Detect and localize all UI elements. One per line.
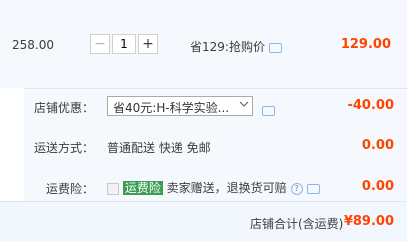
shop-total-amount: ¥89.00 [343,214,394,229]
message-icon[interactable] [262,105,275,116]
message-icon[interactable] [306,183,320,194]
shop-discount-select[interactable]: 省40元:H-科学实验... [107,96,253,116]
shipping-amount: 0.00 [361,138,394,153]
promo-text: 省129:抢购价 [190,40,265,54]
shop-discount-label: 店铺优惠： [34,101,95,115]
shop-total-label: 店铺合计(含运费) [250,217,344,231]
shop-discount-selected: 省40元:H-科学实验... [113,101,230,115]
shipping-label: 运送方式： [34,141,95,155]
promo-info: 省129:抢购价 [190,38,282,55]
message-icon[interactable] [268,42,282,53]
chevron-down-icon [239,101,249,107]
increase-button[interactable]: + [138,34,158,54]
help-icon[interactable]: ? [290,182,303,195]
insurance-checkbox[interactable] [107,182,119,195]
shipping-method: 普通配送 快递 免邮 [107,141,211,155]
decrease-button[interactable]: − [90,34,110,54]
insurance-tag: 运费险 [122,181,163,195]
shop-discount-amount: -40.00 [347,98,394,113]
insurance-option[interactable]: 运费险 卖家赠送，退换货可赔 ? [107,179,320,196]
quantity-input[interactable]: 1 [112,34,136,54]
item-subtotal: 129.00 [340,37,391,52]
unit-price: 258.00 [12,38,54,52]
insurance-label: 运费险： [46,182,95,196]
insurance-amount: 0.00 [361,179,394,194]
insurance-desc: 卖家赠送，退换货可赔 [166,181,287,195]
